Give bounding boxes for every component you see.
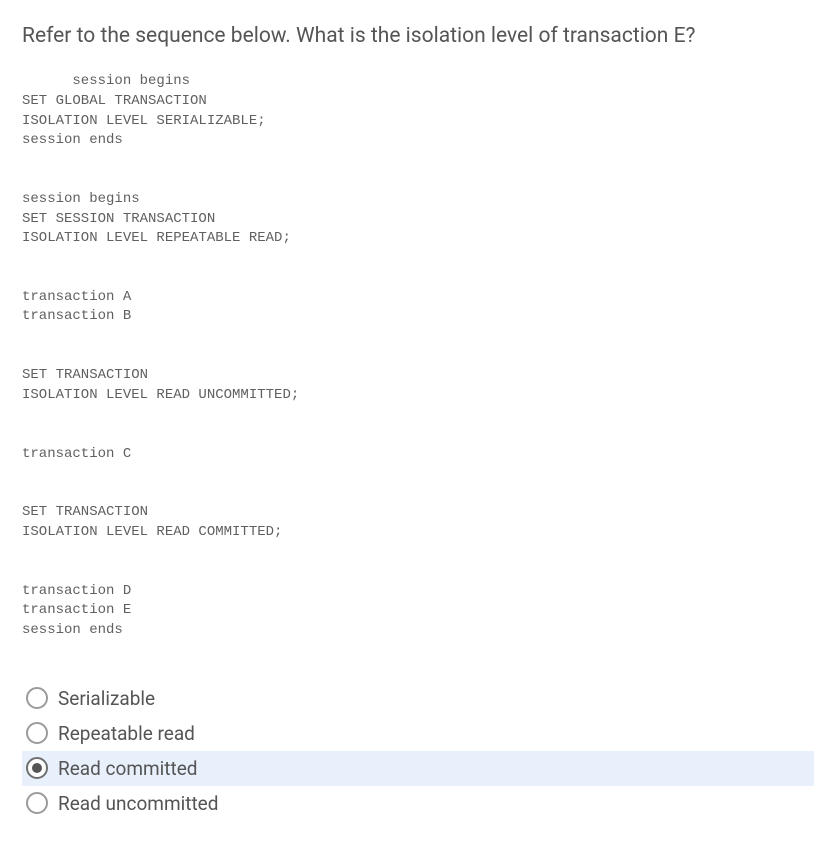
code-line: ISOLATION LEVEL READ UNCOMMITTED; xyxy=(22,387,299,403)
code-line: transaction E xyxy=(22,602,131,618)
option-label: Read uncommitted xyxy=(58,792,218,815)
code-line: ISOLATION LEVEL SERIALIZABLE; xyxy=(22,113,266,129)
radio-icon xyxy=(26,757,48,779)
option-repeatable-read[interactable]: Repeatable read xyxy=(22,716,814,751)
option-label: Serializable xyxy=(58,687,155,710)
code-line: transaction B xyxy=(22,308,131,324)
code-line: session begins xyxy=(22,73,190,89)
option-read-uncommitted[interactable]: Read uncommitted xyxy=(22,786,814,821)
code-line: SET SESSION TRANSACTION xyxy=(22,211,215,227)
option-label: Repeatable read xyxy=(58,722,195,745)
code-line: transaction A xyxy=(22,289,131,305)
code-block: session begins SET GLOBAL TRANSACTION IS… xyxy=(22,72,814,640)
code-line: ISOLATION LEVEL READ COMMITTED; xyxy=(22,524,282,540)
code-line: transaction C xyxy=(22,446,131,462)
option-serializable[interactable]: Serializable xyxy=(22,681,814,716)
option-label: Read committed xyxy=(58,757,198,780)
radio-icon xyxy=(26,687,48,709)
code-line: SET GLOBAL TRANSACTION xyxy=(22,93,207,109)
options-list: Serializable Repeatable read Read commit… xyxy=(22,681,814,821)
code-line: session begins xyxy=(22,191,140,207)
code-line: session ends xyxy=(22,132,123,148)
code-line: SET TRANSACTION xyxy=(22,367,148,383)
option-read-committed[interactable]: Read committed xyxy=(22,751,814,786)
radio-icon xyxy=(26,792,48,814)
radio-icon xyxy=(26,722,48,744)
code-line: ISOLATION LEVEL REPEATABLE READ; xyxy=(22,230,291,246)
code-line: transaction D xyxy=(22,583,131,599)
code-line: session ends xyxy=(22,622,123,638)
code-line: SET TRANSACTION xyxy=(22,504,148,520)
question-text: Refer to the sequence below. What is the… xyxy=(22,22,814,50)
